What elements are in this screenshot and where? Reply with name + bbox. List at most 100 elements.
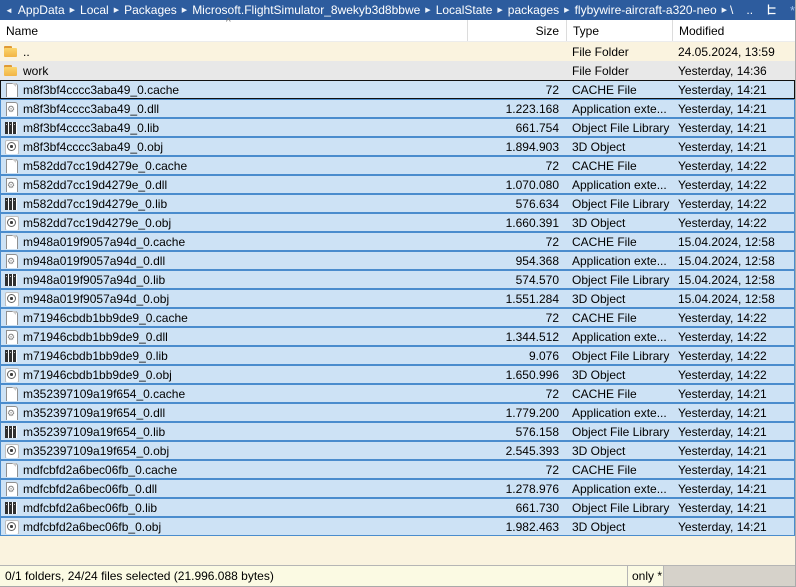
breadcrumb-separator-icon[interactable]: ▶ (564, 6, 569, 14)
file-name: m582dd7cc19d4279e_0.cache (23, 159, 187, 173)
file-row[interactable]: m8f3bf4cccc3aba49_0.lib 661.754 Object F… (0, 118, 795, 137)
file-size: 72 (467, 83, 566, 97)
dll-file-icon (4, 406, 19, 420)
dll-file-icon (4, 178, 19, 192)
file-name-cell: m71946cbdb1bb9de9_0.cache (0, 311, 467, 325)
file-name-cell: mdfcbfd2a6bec06fb_0.dll (0, 482, 467, 496)
file-type: Application exte... (566, 330, 672, 344)
file-type: Object File Library (566, 273, 672, 287)
breadcrumb-separator-icon[interactable]: ▶ (497, 6, 502, 14)
breadcrumb-separator-icon[interactable]: ▶ (70, 6, 75, 14)
file-row[interactable]: m582dd7cc19d4279e_0.cache 72 CACHE File … (0, 156, 795, 175)
file-name-cell: m71946cbdb1bb9de9_0.lib (0, 349, 467, 363)
column-header-row: ^ Name Size Type Modified (0, 20, 795, 42)
file-size: 661.754 (467, 121, 566, 135)
file-row[interactable]: m71946cbdb1bb9de9_0.lib 9.076 Object Fil… (0, 346, 795, 365)
file-row[interactable]: m948a019f9057a94d_0.dll 954.368 Applicat… (0, 251, 795, 270)
file-name-cell: m948a019f9057a94d_0.cache (0, 235, 467, 249)
file-name: m352397109a19f654_0.obj (23, 444, 169, 458)
file-name: mdfcbfd2a6bec06fb_0.lib (23, 501, 157, 515)
breadcrumb-item[interactable]: AppData (16, 3, 67, 17)
file-list: .. File Folder 24.05.2024, 13:59 work Fi… (0, 42, 795, 536)
file-size: 1.894.903 (467, 140, 566, 154)
column-header-name[interactable]: Name (0, 24, 467, 38)
file-modified: 15.04.2024, 12:58 (672, 292, 795, 306)
file-row[interactable]: m948a019f9057a94d_0.cache 72 CACHE File … (0, 232, 795, 251)
cache-file-icon (4, 311, 19, 325)
file-type: CACHE File (566, 83, 672, 97)
file-row[interactable]: mdfcbfd2a6bec06fb_0.lib 661.730 Object F… (0, 498, 795, 517)
file-row[interactable]: m8f3bf4cccc3aba49_0.obj 1.894.903 3D Obj… (0, 137, 795, 156)
file-row[interactable]: m948a019f9057a94d_0.lib 574.570 Object F… (0, 270, 795, 289)
parent-shortcut-button[interactable]: .. (746, 3, 753, 17)
breadcrumb-item[interactable]: Local (78, 3, 111, 17)
breadcrumb-separator-icon[interactable]: ▶ (425, 6, 430, 14)
breadcrumb-item[interactable]: flybywire-aircraft-a320-neo (573, 3, 719, 17)
folder-icon (4, 45, 19, 59)
file-row[interactable]: m352397109a19f654_0.obj 2.545.393 3D Obj… (0, 441, 795, 460)
file-type: Application exte... (566, 102, 672, 116)
file-name: m71946cbdb1bb9de9_0.lib (23, 349, 168, 363)
file-row[interactable]: m71946cbdb1bb9de9_0.obj 1.650.996 3D Obj… (0, 365, 795, 384)
file-type: CACHE File (566, 311, 672, 325)
file-name: m948a019f9057a94d_0.cache (23, 235, 185, 249)
file-size: 72 (467, 311, 566, 325)
file-type: CACHE File (566, 235, 672, 249)
file-name: m948a019f9057a94d_0.lib (23, 273, 165, 287)
file-row[interactable]: mdfcbfd2a6bec06fb_0.obj 1.982.463 3D Obj… (0, 517, 795, 536)
column-header-modified[interactable]: Modified (672, 20, 795, 41)
back-arrow-icon[interactable]: ◄ (5, 6, 13, 15)
file-row[interactable]: m948a019f9057a94d_0.obj 1.551.284 3D Obj… (0, 289, 795, 308)
breadcrumb-tools: \ .. * (730, 3, 796, 18)
breadcrumb-separator-icon[interactable]: ▶ (722, 6, 727, 14)
file-row[interactable]: m71946cbdb1bb9de9_0.cache 72 CACHE File … (0, 308, 795, 327)
file-size: 1.344.512 (467, 330, 566, 344)
breadcrumb-separator-icon[interactable]: ▶ (182, 6, 187, 14)
file-name: m352397109a19f654_0.cache (23, 387, 185, 401)
file-modified: Yesterday, 14:21 (672, 406, 795, 420)
file-size: 1.223.168 (467, 102, 566, 116)
branch-view-icon[interactable] (766, 4, 777, 16)
file-row[interactable]: m352397109a19f654_0.cache 72 CACHE File … (0, 384, 795, 403)
file-row[interactable]: .. File Folder 24.05.2024, 13:59 (0, 42, 795, 61)
file-type: Application exte... (566, 178, 672, 192)
favorites-button[interactable]: * (790, 3, 795, 18)
file-type: Object File Library (566, 121, 672, 135)
file-type: 3D Object (566, 292, 672, 306)
file-size: 72 (467, 159, 566, 173)
file-row[interactable]: mdfcbfd2a6bec06fb_0.dll 1.278.976 Applic… (0, 479, 795, 498)
column-header-size[interactable]: Size (467, 20, 566, 41)
file-modified: 15.04.2024, 12:58 (672, 273, 795, 287)
breadcrumb-item[interactable]: LocalState (434, 3, 495, 17)
file-row[interactable]: m8f3bf4cccc3aba49_0.dll 1.223.168 Applic… (0, 99, 795, 118)
breadcrumb-separator-icon[interactable]: ▶ (114, 6, 119, 14)
breadcrumb-item[interactable]: Microsoft.FlightSimulator_8wekyb3d8bbwe (190, 3, 422, 17)
column-header-type[interactable]: Type (566, 20, 672, 41)
file-modified: Yesterday, 14:22 (672, 330, 795, 344)
file-modified: Yesterday, 14:22 (672, 197, 795, 211)
breadcrumb-item[interactable]: Packages (122, 3, 179, 17)
file-modified: Yesterday, 14:22 (672, 178, 795, 192)
file-row[interactable]: m582dd7cc19d4279e_0.obj 1.660.391 3D Obj… (0, 213, 795, 232)
file-row[interactable]: m8f3bf4cccc3aba49_0.cache 72 CACHE File … (0, 80, 795, 99)
file-type: Object File Library (566, 425, 672, 439)
breadcrumb-item[interactable]: packages (506, 3, 561, 17)
file-modified: Yesterday, 14:22 (672, 311, 795, 325)
file-row[interactable]: m352397109a19f654_0.lib 576.158 Object F… (0, 422, 795, 441)
file-row[interactable]: work File Folder Yesterday, 14:36 (0, 61, 795, 80)
file-row[interactable]: m582dd7cc19d4279e_0.lib 576.634 Object F… (0, 194, 795, 213)
file-modified: Yesterday, 14:22 (672, 349, 795, 363)
file-name: m71946cbdb1bb9de9_0.dll (23, 330, 168, 344)
file-row[interactable]: mdfcbfd2a6bec06fb_0.cache 72 CACHE File … (0, 460, 795, 479)
root-shortcut-button[interactable]: \ (730, 3, 733, 17)
file-size: 576.158 (467, 425, 566, 439)
file-row[interactable]: m71946cbdb1bb9de9_0.dll 1.344.512 Applic… (0, 327, 795, 346)
filter-indicator[interactable]: only *.* (627, 566, 663, 586)
file-row[interactable]: m582dd7cc19d4279e_0.dll 1.070.080 Applic… (0, 175, 795, 194)
file-type: 3D Object (566, 520, 672, 534)
file-row[interactable]: m352397109a19f654_0.dll 1.779.200 Applic… (0, 403, 795, 422)
file-name-cell: mdfcbfd2a6bec06fb_0.lib (0, 501, 467, 515)
dll-file-icon (4, 482, 19, 496)
file-type: CACHE File (566, 159, 672, 173)
file-size: 661.730 (467, 501, 566, 515)
